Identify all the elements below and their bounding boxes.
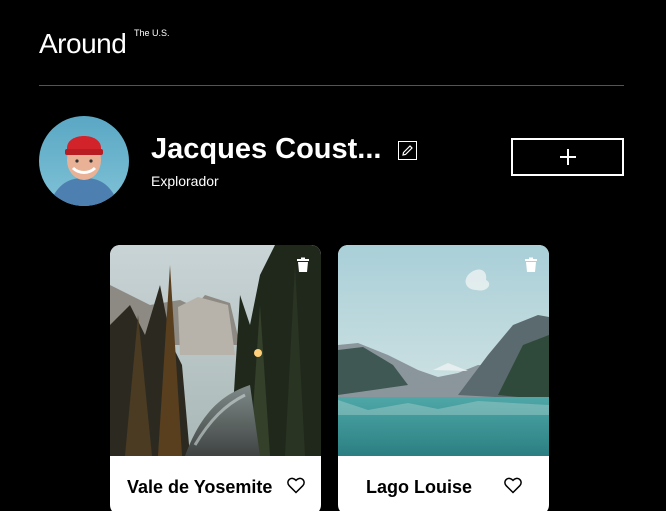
heart-icon[interactable] <box>504 477 522 494</box>
profile-role: Explorador <box>151 173 219 189</box>
heart-icon[interactable] <box>287 477 305 494</box>
logo: Around <box>39 28 127 59</box>
add-card-button[interactable] <box>511 138 624 176</box>
card-title: Vale de Yosemite <box>127 477 273 497</box>
card-image[interactable] <box>110 245 321 456</box>
card: Vale de Yosemite <box>110 245 321 511</box>
profile-name: Jacques Coust... <box>151 133 382 165</box>
avatar <box>39 116 129 206</box>
plus-icon <box>559 149 576 165</box>
card-image[interactable] <box>338 245 549 456</box>
profile-section: Jacques Coust... Explorador <box>39 116 624 206</box>
trash-icon[interactable] <box>295 257 311 273</box>
header: Around The U.S. <box>39 28 624 86</box>
card-footer: Lago Louise <box>338 456 549 511</box>
logo-superscript: The U.S. <box>134 28 170 38</box>
card: Lago Louise <box>338 245 549 511</box>
pencil-icon <box>402 145 413 156</box>
card-footer: Vale de Yosemite <box>110 456 321 511</box>
cards-grid: Vale de Yosemite Lago Louise <box>110 245 550 511</box>
edit-profile-button[interactable] <box>398 141 417 160</box>
card-title: Lago Louise <box>366 477 473 497</box>
trash-icon[interactable] <box>523 257 539 273</box>
